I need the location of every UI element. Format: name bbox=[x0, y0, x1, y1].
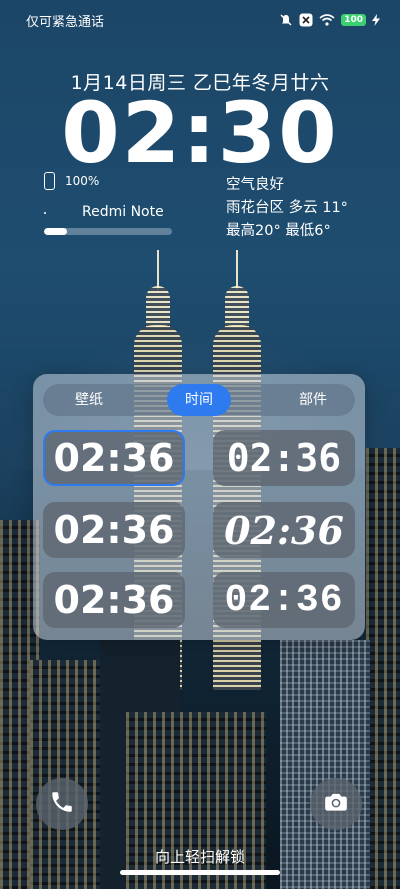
device-widget[interactable]: 100% Redmi Note bbox=[44, 172, 184, 235]
phone-call-icon bbox=[49, 789, 75, 819]
clock-style-option[interactable]: 02:36 bbox=[213, 430, 355, 486]
phone-button[interactable] bbox=[36, 778, 88, 830]
camera-icon bbox=[323, 789, 349, 819]
mute-icon bbox=[279, 13, 293, 27]
device-progress-bar bbox=[44, 228, 172, 235]
carrier-text: 仅可紧急通话 bbox=[26, 14, 105, 30]
device-battery-percent: 100% bbox=[65, 174, 100, 188]
clock-style-option[interactable]: 02:36 bbox=[213, 572, 355, 628]
panel-tabs: 壁纸 时间 部件 bbox=[43, 384, 355, 416]
clock-style-option[interactable]: 02:36 bbox=[43, 572, 185, 628]
clock-style-option[interactable]: 02:36 bbox=[43, 502, 185, 558]
air-quality: 空气良好 bbox=[226, 177, 284, 193]
tab-wallpaper[interactable]: 壁纸 bbox=[57, 384, 121, 416]
home-indicator[interactable] bbox=[120, 870, 280, 875]
weather-location-condition: 雨花台区 多云 11° bbox=[226, 200, 348, 216]
tab-time[interactable]: 时间 bbox=[167, 384, 231, 416]
weather-widget[interactable]: 空气良好 雨花台区 多云 11° 最高20° 最低6° bbox=[226, 174, 348, 243]
phone-icon bbox=[44, 172, 55, 190]
tab-widgets[interactable]: 部件 bbox=[281, 384, 345, 416]
x-icon bbox=[299, 13, 313, 27]
unlock-hint: 向上轻扫解锁 bbox=[154, 848, 245, 866]
device-progress-fill bbox=[44, 228, 68, 235]
battery-icon: 100 bbox=[341, 14, 366, 26]
charging-icon bbox=[372, 14, 380, 26]
device-name: Redmi Note bbox=[82, 204, 164, 220]
clock-style-option[interactable]: 02:36 bbox=[213, 502, 355, 558]
weather-range: 最高20° 最低6° bbox=[226, 223, 331, 239]
wifi-icon bbox=[319, 14, 335, 26]
lock-clock[interactable]: 02:30 bbox=[0, 88, 400, 178]
clock-style-panel: 壁纸 时间 部件 02:36 02:36 02:36 02:36 02:36 0… bbox=[33, 374, 365, 640]
device-dot bbox=[44, 212, 46, 214]
status-bar: 仅可紧急通话 100 bbox=[26, 10, 380, 30]
building bbox=[366, 448, 400, 889]
clock-style-option[interactable]: 02:36 bbox=[43, 430, 185, 486]
camera-button[interactable] bbox=[310, 778, 362, 830]
